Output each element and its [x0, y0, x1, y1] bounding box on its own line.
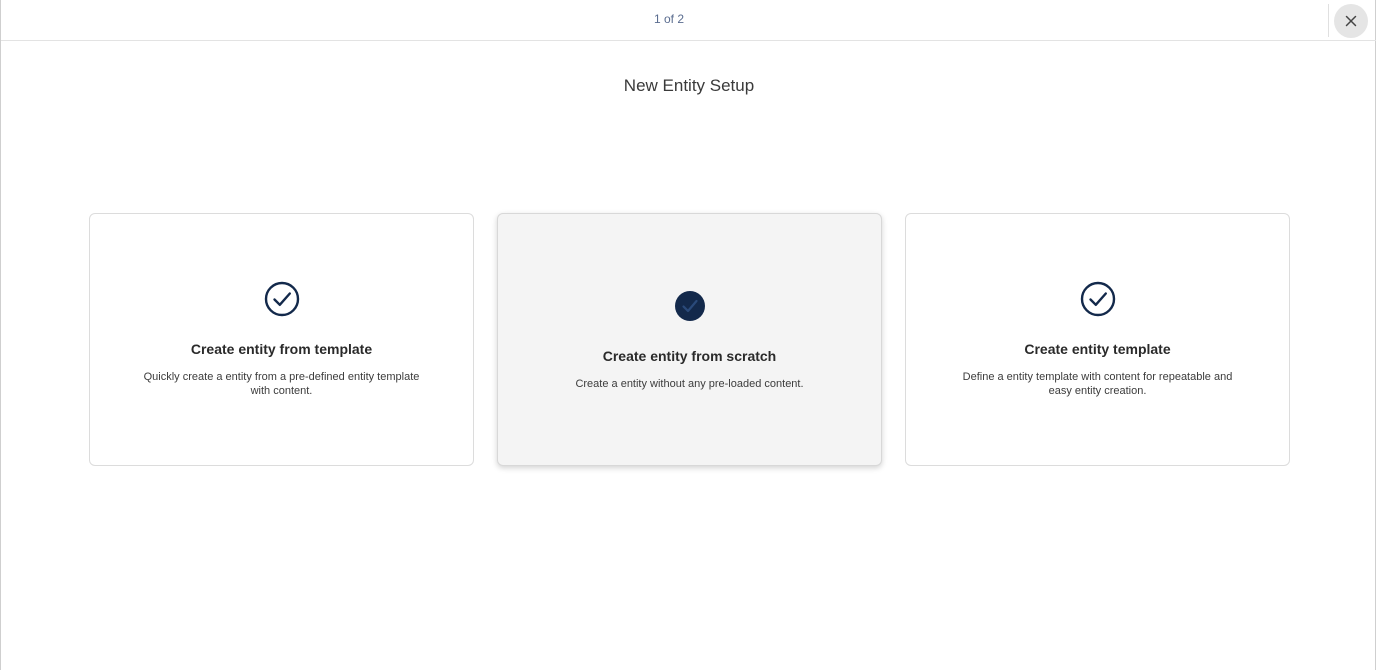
- check-circle-outline-icon: [1080, 281, 1115, 317]
- check-circle-outline-icon: [264, 281, 299, 317]
- page-title: New Entity Setup: [623, 76, 755, 95]
- close-icon: [1345, 15, 1357, 27]
- card-description: Create a entity without any pre-loaded c…: [575, 378, 804, 390]
- card-title: Create entity from scratch: [602, 348, 777, 364]
- step-indicator: 1 of 2: [653, 12, 685, 26]
- option-card-create-template[interactable]: Create entity template Define a entity t…: [905, 213, 1290, 466]
- modal-window: 1 of 2 New Entity Setup Create entity fr…: [0, 0, 1376, 670]
- check-circle-filled-icon: [674, 291, 705, 321]
- card-description: Quickly create a entity from a pre-defin…: [143, 371, 420, 397]
- option-card-from-template[interactable]: Create entity from template Quickly crea…: [89, 213, 474, 466]
- header-divider: [1328, 4, 1329, 37]
- card-title: Create entity from template: [190, 341, 373, 357]
- card-description: Define a entity template with content fo…: [962, 371, 1233, 397]
- card-title: Create entity template: [1024, 341, 1171, 357]
- modal-header: 1 of 2: [1, 0, 1376, 41]
- close-button[interactable]: [1334, 4, 1368, 38]
- option-card-from-scratch[interactable]: Create entity from scratch Create a enti…: [497, 213, 882, 466]
